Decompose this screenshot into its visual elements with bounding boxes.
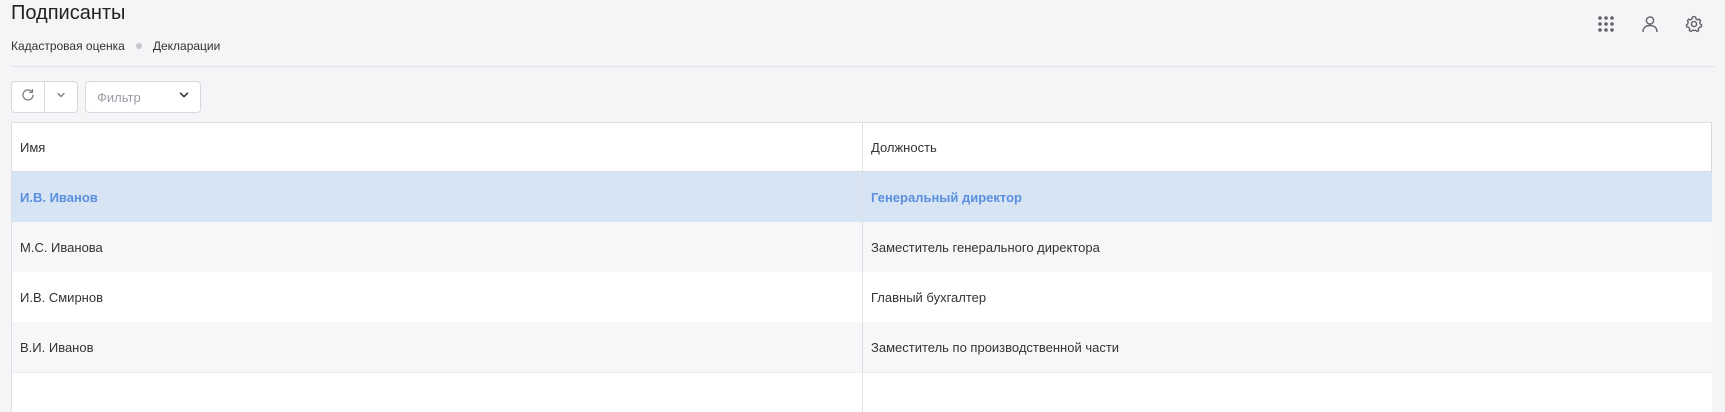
user-icon[interactable] [1638, 12, 1662, 36]
header-divider [11, 66, 1715, 67]
empty-cell [862, 373, 1712, 412]
chevron-down-icon [55, 88, 67, 106]
breadcrumb-separator [135, 43, 142, 49]
cell-position: Заместитель генерального директора [862, 222, 1712, 272]
table-header: Имя Должность [12, 123, 1712, 172]
table-row[interactable]: И.В. Смирнов Главный бухгалтер [12, 272, 1712, 322]
breadcrumb: Кадастровая оценка Декларации [11, 39, 220, 53]
filter-placeholder: Фильтр [97, 89, 141, 105]
cell-name: И.В. Иванов [20, 189, 98, 205]
empty-cell [12, 373, 862, 412]
cell-name: В.И. Иванов [20, 339, 94, 355]
refresh-button[interactable] [12, 82, 44, 112]
signers-table: Имя Должность И.В. Иванов Генеральный ди… [11, 122, 1712, 412]
cell-name: М.С. Иванова [20, 239, 103, 255]
breadcrumb-item-declarations[interactable]: Декларации [153, 39, 221, 53]
settings-gear-icon[interactable] [1682, 12, 1706, 36]
chevron-down-icon [178, 88, 190, 106]
header-actions [1574, 12, 1706, 36]
cell-position: Заместитель по производственной части [862, 322, 1712, 372]
column-header-position[interactable]: Должность [862, 123, 1712, 171]
refresh-button-group [11, 81, 78, 113]
cell-name: И.В. Смирнов [20, 289, 103, 305]
column-header-name[interactable]: Имя [12, 123, 862, 171]
apps-grid-icon[interactable] [1594, 12, 1618, 36]
breadcrumb-item-cadastral-valuation[interactable]: Кадастровая оценка [11, 39, 125, 53]
page-title: Подписанты [11, 2, 126, 24]
cell-position: Главный бухгалтер [862, 272, 1712, 322]
refresh-options-button[interactable] [44, 82, 77, 112]
table-row[interactable]: М.С. Иванова Заместитель генерального ди… [12, 222, 1712, 272]
table-empty-area [12, 373, 1712, 412]
cell-position: Генеральный директор [862, 172, 1712, 222]
table-row[interactable]: И.В. Иванов Генеральный директор [12, 172, 1712, 222]
scrollbar-gutter-divider [1711, 122, 1712, 171]
refresh-icon [21, 88, 35, 107]
toolbar: Фильтр [11, 81, 201, 113]
filter-dropdown[interactable]: Фильтр [85, 81, 201, 113]
table-row[interactable]: В.И. Иванов Заместитель по производствен… [12, 322, 1712, 373]
